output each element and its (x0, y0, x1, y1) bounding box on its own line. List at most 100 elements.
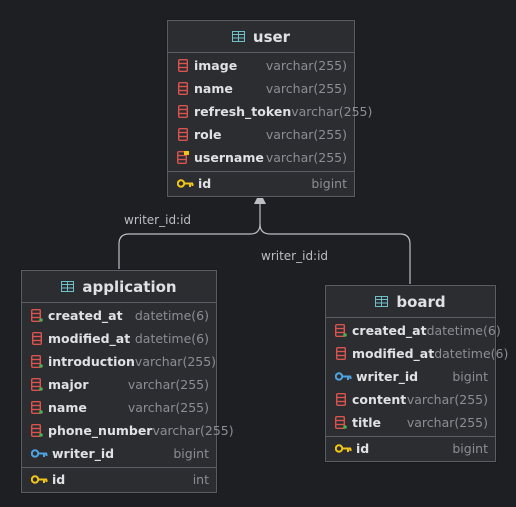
column-type: datetime(6) (434, 346, 509, 361)
column-name: image (194, 58, 238, 73)
column-row[interactable]: created_at datetime(6) (326, 319, 501, 342)
column-row[interactable]: name varchar(255) (168, 77, 354, 100)
column-icon (30, 309, 44, 323)
column-row[interactable]: refresh_token varchar(255) (168, 100, 372, 123)
column-name: title (352, 415, 381, 430)
column-icon (30, 424, 44, 438)
column-row[interactable]: major varchar(255) (22, 373, 216, 396)
column-row[interactable]: content varchar(255) (326, 388, 495, 411)
column-type: varchar(255) (134, 354, 217, 369)
column-type: bigint (173, 446, 209, 461)
column-row[interactable]: name varchar(255) (22, 396, 216, 419)
column-row[interactable]: id bigint (326, 437, 495, 460)
table-title: application (82, 277, 177, 296)
column-icon (176, 59, 190, 73)
column-icon (30, 378, 44, 392)
column-icon (334, 324, 348, 338)
column-name: modified_at (48, 331, 131, 346)
foreign-key-icon (334, 370, 352, 384)
column-row[interactable]: username varchar(255) (168, 146, 354, 169)
column-name: name (194, 81, 233, 96)
column-icon (176, 105, 190, 119)
column-type: int (192, 472, 209, 487)
column-row[interactable]: phone_number varchar(255) (22, 419, 234, 442)
column-type: varchar(255) (127, 377, 209, 392)
primary-key-section: id bigint (326, 436, 495, 461)
column-type: varchar(255) (127, 400, 209, 415)
column-name: name (48, 400, 87, 415)
column-type: datetime(6) (426, 323, 501, 338)
column-type: datetime(6) (134, 331, 209, 346)
edge-label-board: writer_id:id (261, 249, 329, 263)
column-name: id (356, 441, 370, 456)
column-type: varchar(255) (265, 150, 347, 165)
primary-key-section: id bigint (168, 171, 354, 196)
column-row[interactable]: image varchar(255) (168, 54, 354, 77)
column-row[interactable]: introduction varchar(255) (22, 350, 216, 373)
column-list: created_at datetime(6) modified_at datet… (326, 318, 508, 436)
column-icon (30, 332, 44, 346)
column-row[interactable]: writer_id bigint (22, 442, 216, 465)
column-name: id (52, 472, 66, 487)
column-type: datetime(6) (134, 308, 209, 323)
column-name: refresh_token (194, 104, 292, 119)
table-header: board (326, 286, 495, 318)
table-title: user (252, 27, 291, 46)
column-name: writer_id (52, 446, 115, 461)
column-type: varchar(255) (265, 81, 347, 96)
column-name: writer_id (356, 369, 419, 384)
edge-application-user[interactable] (118, 200, 261, 270)
column-row[interactable]: role varchar(255) (168, 123, 354, 146)
column-name: created_at (48, 308, 123, 323)
column-type: varchar(255) (406, 415, 488, 430)
column-name: created_at (352, 323, 427, 338)
column-icon (176, 128, 190, 142)
column-row[interactable]: title varchar(255) (326, 411, 495, 434)
foreign-key-icon (30, 447, 48, 461)
table-header: user (168, 21, 354, 53)
column-type: bigint (311, 176, 347, 191)
column-icon (334, 393, 348, 407)
table-title: board (396, 292, 446, 311)
column-name: id (198, 176, 212, 191)
column-type: varchar(255) (406, 392, 488, 407)
column-type: varchar(255) (291, 104, 373, 119)
table-icon (231, 31, 245, 42)
table-header: application (22, 271, 216, 303)
column-list: image varchar(255) name varchar(255) ref… (168, 53, 372, 171)
column-row[interactable]: writer_id bigint (326, 365, 495, 388)
column-type: bigint (452, 369, 488, 384)
table-icon (375, 296, 389, 307)
column-name: phone_number (48, 423, 153, 438)
column-icon (30, 401, 44, 415)
column-row[interactable]: modified_at datetime(6) (326, 342, 508, 365)
primary-key-icon (334, 442, 352, 456)
primary-key-icon (30, 473, 48, 487)
table-application[interactable]: application created_at datetime(6) modif… (21, 270, 234, 493)
unique-column-icon (176, 151, 190, 165)
table-user[interactable]: user image varchar(255) name varchar(255… (167, 20, 372, 197)
edge-label-application: writer_id:id (124, 213, 192, 227)
column-name: role (194, 127, 222, 142)
column-row[interactable]: modified_at datetime(6) (22, 327, 216, 350)
column-name: content (352, 392, 407, 407)
table-board[interactable]: board created_at datetime(6) modified_at… (325, 285, 508, 462)
column-list: created_at datetime(6) modified_at datet… (22, 303, 234, 467)
column-name: modified_at (352, 346, 435, 361)
column-type: varchar(255) (265, 58, 347, 73)
column-name: introduction (48, 354, 135, 369)
column-type: varchar(255) (152, 423, 234, 438)
primary-key-icon (176, 177, 194, 191)
table-icon (61, 281, 75, 292)
column-name: major (48, 377, 89, 392)
column-type: bigint (452, 441, 488, 456)
column-icon (334, 347, 348, 361)
column-row[interactable]: created_at datetime(6) (22, 304, 216, 327)
column-row[interactable]: id int (22, 468, 216, 491)
column-name: username (194, 150, 264, 165)
column-type: varchar(255) (265, 127, 347, 142)
column-row[interactable]: id bigint (168, 172, 354, 195)
primary-key-section: id int (22, 467, 216, 492)
column-icon (30, 355, 44, 369)
column-icon (176, 82, 190, 96)
